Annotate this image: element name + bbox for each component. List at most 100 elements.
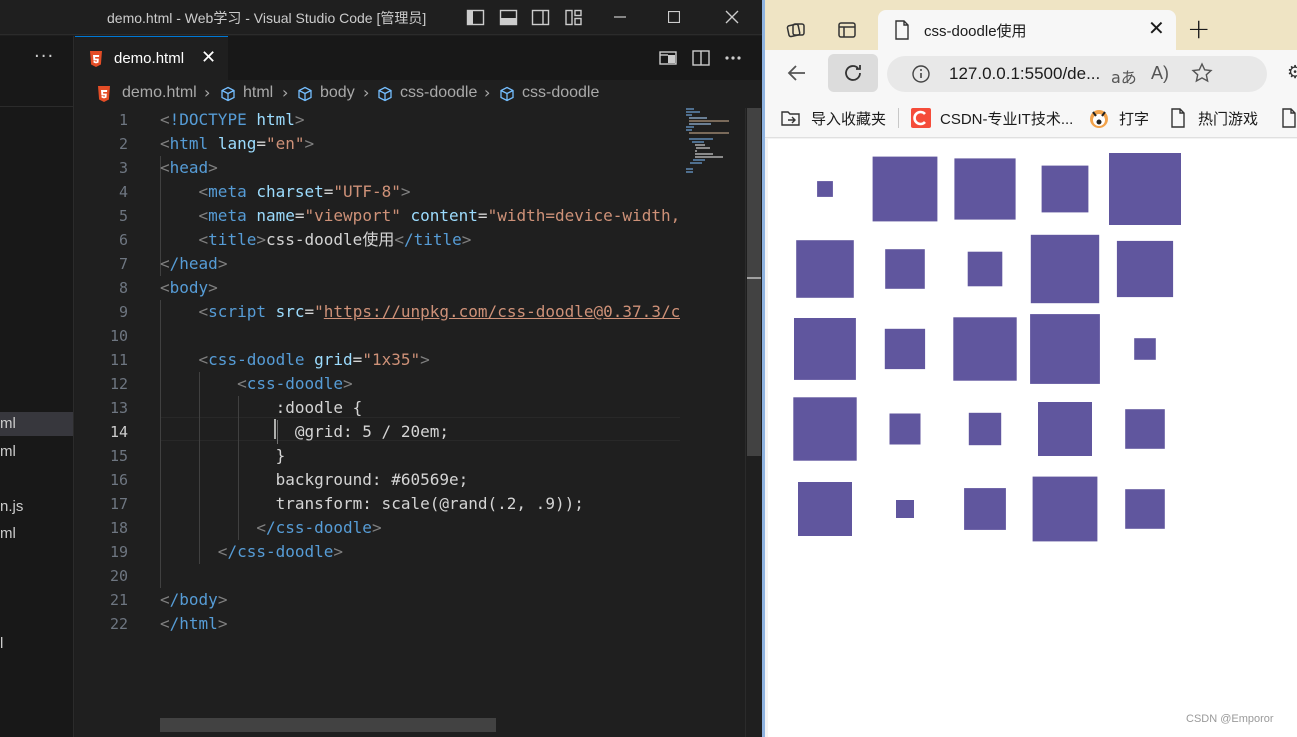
code-line: </css-doodle> bbox=[217, 542, 344, 561]
maximize-icon bbox=[668, 11, 680, 23]
line-number: 11 bbox=[109, 351, 128, 369]
fav-games[interactable]: 热门游戏 bbox=[1170, 107, 1258, 129]
line-number: 1 bbox=[118, 111, 128, 129]
close-icon bbox=[725, 10, 739, 24]
vertical-scrollbar[interactable] bbox=[745, 108, 762, 737]
favorite-star-icon[interactable] bbox=[1191, 62, 1213, 84]
doodle-square bbox=[1032, 476, 1098, 542]
line-number: 6 bbox=[118, 231, 128, 249]
url-text[interactable]: 127.0.0.1:5500/de... bbox=[949, 64, 1100, 84]
import-folder-icon bbox=[781, 111, 800, 126]
info-icon[interactable] bbox=[911, 64, 931, 84]
doodle-square bbox=[817, 181, 833, 197]
open-preview-icon[interactable] bbox=[658, 48, 678, 68]
page-icon bbox=[1171, 108, 1185, 128]
explorer-file-item[interactable]: ml bbox=[0, 522, 73, 546]
page-icon bbox=[895, 20, 909, 40]
favorites-bar: 导入收藏夹 CSDN-专业IT技术... 打字 热门游戏 bbox=[765, 98, 1297, 138]
explorer-file-item[interactable]: ml bbox=[0, 440, 73, 464]
toggle-primary-sidebar-icon[interactable] bbox=[466, 8, 485, 27]
html5-icon bbox=[98, 86, 110, 102]
cursor-position-marker bbox=[747, 277, 761, 279]
fav-import[interactable]: 导入收藏夹 bbox=[780, 107, 886, 129]
customize-layout-icon[interactable] bbox=[564, 8, 583, 27]
tab-demo-html[interactable]: demo.html ✕ bbox=[75, 36, 228, 80]
code-line: transform: scale(@rand(.2, .9)); bbox=[275, 494, 584, 513]
doodle-square bbox=[1030, 234, 1100, 304]
line-number: 4 bbox=[118, 183, 128, 201]
code-editor[interactable]: 1 2 3 4 5 6 7 8 9 10 11 12 13 14 15 16 17 18 19 20 21 22 <!DO… bbox=[75, 108, 762, 737]
doodle-square bbox=[796, 240, 854, 298]
code-line: <meta charset="UTF-8"> bbox=[198, 182, 411, 201]
breadcrumb-item-css-doodle[interactable]: css-doodle bbox=[400, 84, 477, 102]
breadcrumb-item-html[interactable]: html bbox=[243, 84, 273, 102]
fav-typing[interactable]: 打字 bbox=[1088, 107, 1149, 129]
doodle-square bbox=[896, 500, 914, 518]
line-number: 19 bbox=[109, 543, 128, 561]
doodle-square bbox=[885, 249, 925, 289]
element-cube-icon bbox=[221, 86, 235, 102]
sidebar-more-button[interactable]: ··· bbox=[34, 46, 54, 67]
address-bar[interactable]: 127.0.0.1:5500/de... aあ A) bbox=[887, 56, 1267, 92]
code-line: <!DOCTYPE html> bbox=[160, 110, 305, 129]
minimize-icon bbox=[614, 16, 626, 18]
explorer-file-item[interactable]: l bbox=[0, 632, 73, 656]
explorer-file-item[interactable]: ml bbox=[0, 412, 73, 436]
code-line: <body> bbox=[160, 278, 218, 297]
toggle-secondary-sidebar-icon[interactable] bbox=[531, 8, 550, 27]
tab-label: demo.html bbox=[114, 50, 185, 67]
browser-toolbar: 127.0.0.1:5500/de... aあ A) ⚙ bbox=[765, 50, 1297, 98]
doodle-square bbox=[794, 318, 856, 380]
code-line: </head> bbox=[160, 254, 228, 273]
breadcrumb-item-css-doodle-inner[interactable]: css-doodle bbox=[522, 84, 599, 102]
workspaces-icon[interactable] bbox=[785, 19, 807, 41]
page-content: CSDN @Emporor bbox=[768, 139, 1297, 737]
code-lines[interactable]: <!DOCTYPE html> <html lang="en"> <head> … bbox=[160, 108, 680, 737]
horizontal-scrollbar-thumb[interactable] bbox=[160, 718, 496, 732]
browser-tab[interactable]: css-doodle使用 ✕ bbox=[878, 10, 1176, 50]
breadcrumb-item-body[interactable]: body bbox=[320, 84, 355, 102]
line-number: 9 bbox=[118, 303, 128, 321]
doodle-square bbox=[1030, 314, 1100, 384]
fav-label: CSDN-专业IT技术... bbox=[940, 110, 1074, 128]
minimap[interactable] bbox=[682, 108, 742, 737]
fav-csdn[interactable]: CSDN-专业IT技术... bbox=[911, 107, 1073, 129]
more-actions-icon[interactable] bbox=[723, 48, 743, 68]
doodle-square bbox=[793, 397, 857, 461]
doodle-square bbox=[1041, 165, 1089, 213]
chevron-right-icon: › bbox=[282, 83, 289, 102]
extensions-icon[interactable]: ⚙ bbox=[1287, 62, 1297, 83]
code-line: <html lang="en"> bbox=[160, 134, 315, 153]
doodle-square bbox=[884, 328, 926, 370]
code-line: @grid: 5 / 20em; bbox=[294, 422, 449, 441]
back-arrow-icon[interactable] bbox=[785, 61, 809, 85]
tab-close-icon[interactable]: ✕ bbox=[201, 47, 216, 68]
breadcrumb: demo.html › html › body › css-doodle › c… bbox=[75, 80, 762, 108]
doodle-square bbox=[1125, 409, 1165, 449]
code-line: </body> bbox=[160, 590, 228, 609]
refresh-button[interactable] bbox=[828, 54, 878, 92]
maximize-button[interactable] bbox=[654, 4, 694, 30]
new-tab-button[interactable]: + bbox=[1187, 15, 1210, 43]
editor-tab-bar: demo.html ✕ bbox=[75, 36, 762, 80]
doodle-square bbox=[1116, 240, 1174, 298]
line-number: 12 bbox=[109, 375, 128, 393]
read-aloud-icon[interactable]: A) bbox=[1151, 63, 1169, 84]
scrollbar-thumb[interactable] bbox=[747, 108, 761, 456]
minimize-button[interactable] bbox=[600, 4, 640, 30]
tab-actions-icon[interactable] bbox=[837, 20, 857, 40]
doodle-square bbox=[1125, 489, 1165, 529]
refresh-icon bbox=[845, 65, 861, 81]
toggle-panel-icon[interactable] bbox=[499, 8, 518, 27]
close-window-button[interactable] bbox=[712, 4, 752, 30]
split-editor-icon[interactable] bbox=[691, 48, 711, 68]
element-cube-icon bbox=[298, 86, 312, 102]
tab-close-icon[interactable]: ✕ bbox=[1148, 16, 1165, 40]
breadcrumb-item-file[interactable]: demo.html bbox=[122, 84, 197, 102]
chevron-right-icon: › bbox=[204, 83, 211, 102]
line-number: 14 bbox=[109, 423, 128, 441]
line-number-gutter: 1 2 3 4 5 6 7 8 9 10 11 12 13 14 15 16 17 18 19 20 21 22 bbox=[75, 108, 160, 737]
immersive-reader-icon[interactable]: aあ bbox=[1111, 64, 1137, 88]
explorer-file-item[interactable]: n.js bbox=[0, 495, 73, 519]
browser-window: css-doodle使用 ✕ + 127.0.0.1:5500/de... aあ… bbox=[765, 0, 1297, 737]
